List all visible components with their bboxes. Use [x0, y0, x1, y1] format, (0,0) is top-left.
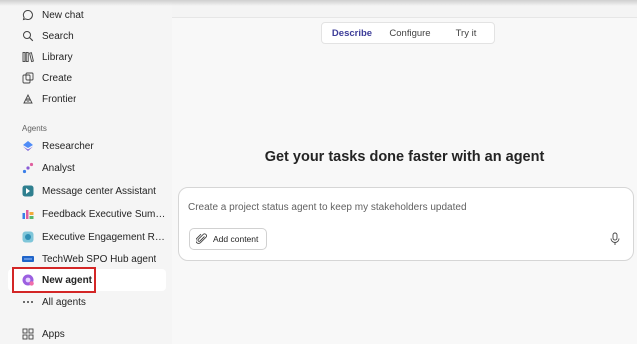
message-center-icon: [22, 185, 34, 197]
sidebar-item-label: Researcher: [42, 140, 94, 152]
researcher-icon: [22, 140, 34, 152]
sidebar-item-create[interactable]: Create: [8, 67, 166, 89]
window-top-shadow: [0, 0, 637, 6]
create-icon: [22, 72, 34, 84]
mode-tabs: Describe Configure Try it: [321, 22, 495, 44]
add-content-label: Add content: [213, 234, 259, 244]
apps-icon: [22, 328, 34, 340]
sidebar-item-label: Message center Assistant: [42, 185, 156, 197]
sidebar-item-label: Feedback Executive Summary: [42, 208, 166, 220]
sidebar-item-executive-engagement-report[interactable]: Executive Engagement Report...: [8, 226, 166, 248]
sidebar-item-label: TechWeb SPO Hub agent: [42, 253, 157, 265]
sidebar-item-all-agents[interactable]: All agents: [8, 291, 166, 313]
sidebar-item-search[interactable]: Search: [8, 25, 166, 47]
agent-description-composer[interactable]: Create a project status agent to keep my…: [178, 187, 634, 261]
agents-section-label: Agents: [22, 124, 47, 133]
sidebar-item-message-center-assistant[interactable]: Message center Assistant: [8, 180, 166, 202]
sidebar-item-apps[interactable]: Apps: [8, 323, 166, 344]
tab-configure[interactable]: Configure: [382, 23, 438, 43]
analyst-icon: [22, 162, 34, 174]
paperclip-icon: [196, 233, 208, 245]
sidebar-item-analyst[interactable]: Analyst: [8, 157, 166, 179]
highlight-box: [12, 267, 96, 293]
tab-try-it[interactable]: Try it: [438, 23, 494, 43]
chat-bubble-icon: [22, 9, 34, 21]
sidebar-item-label: Apps: [42, 328, 65, 340]
sidebar-item-label: New chat: [42, 9, 84, 21]
sidebar: New chat Search Library Create Frontier …: [0, 0, 172, 344]
page-headline: Get your tasks done faster with an agent: [264, 149, 545, 165]
feedback-icon: [22, 208, 34, 220]
tab-describe[interactable]: Describe: [322, 23, 382, 43]
engagement-icon: [22, 231, 34, 243]
sidebar-item-researcher[interactable]: Researcher: [8, 135, 166, 157]
composer-placeholder[interactable]: Create a project status agent to keep my…: [188, 202, 467, 213]
sidebar-item-new-chat[interactable]: New chat: [8, 4, 166, 26]
sidebar-item-frontier[interactable]: Frontier: [8, 88, 166, 110]
sidebar-item-label: Analyst: [42, 162, 75, 174]
sidebar-item-feedback-executive-summary[interactable]: Feedback Executive Summary: [8, 203, 166, 225]
sidebar-item-label: Library: [42, 51, 73, 63]
more-icon: [22, 296, 34, 308]
sidebar-item-label: Search: [42, 30, 74, 42]
sidebar-item-label: All agents: [42, 296, 86, 308]
sidebar-item-library[interactable]: Library: [8, 46, 166, 68]
library-icon: [22, 51, 34, 63]
sidebar-item-label: Frontier: [42, 93, 77, 105]
techweb-icon: [22, 253, 34, 265]
main-panel: Describe Configure Try it Get your tasks…: [172, 0, 637, 344]
search-icon: [22, 30, 34, 42]
sidebar-item-label: Executive Engagement Report...: [42, 231, 166, 243]
add-content-button[interactable]: Add content: [189, 228, 268, 250]
frontier-icon: [22, 93, 34, 105]
sidebar-item-label: Create: [42, 72, 73, 84]
microphone-icon[interactable]: [609, 232, 621, 246]
